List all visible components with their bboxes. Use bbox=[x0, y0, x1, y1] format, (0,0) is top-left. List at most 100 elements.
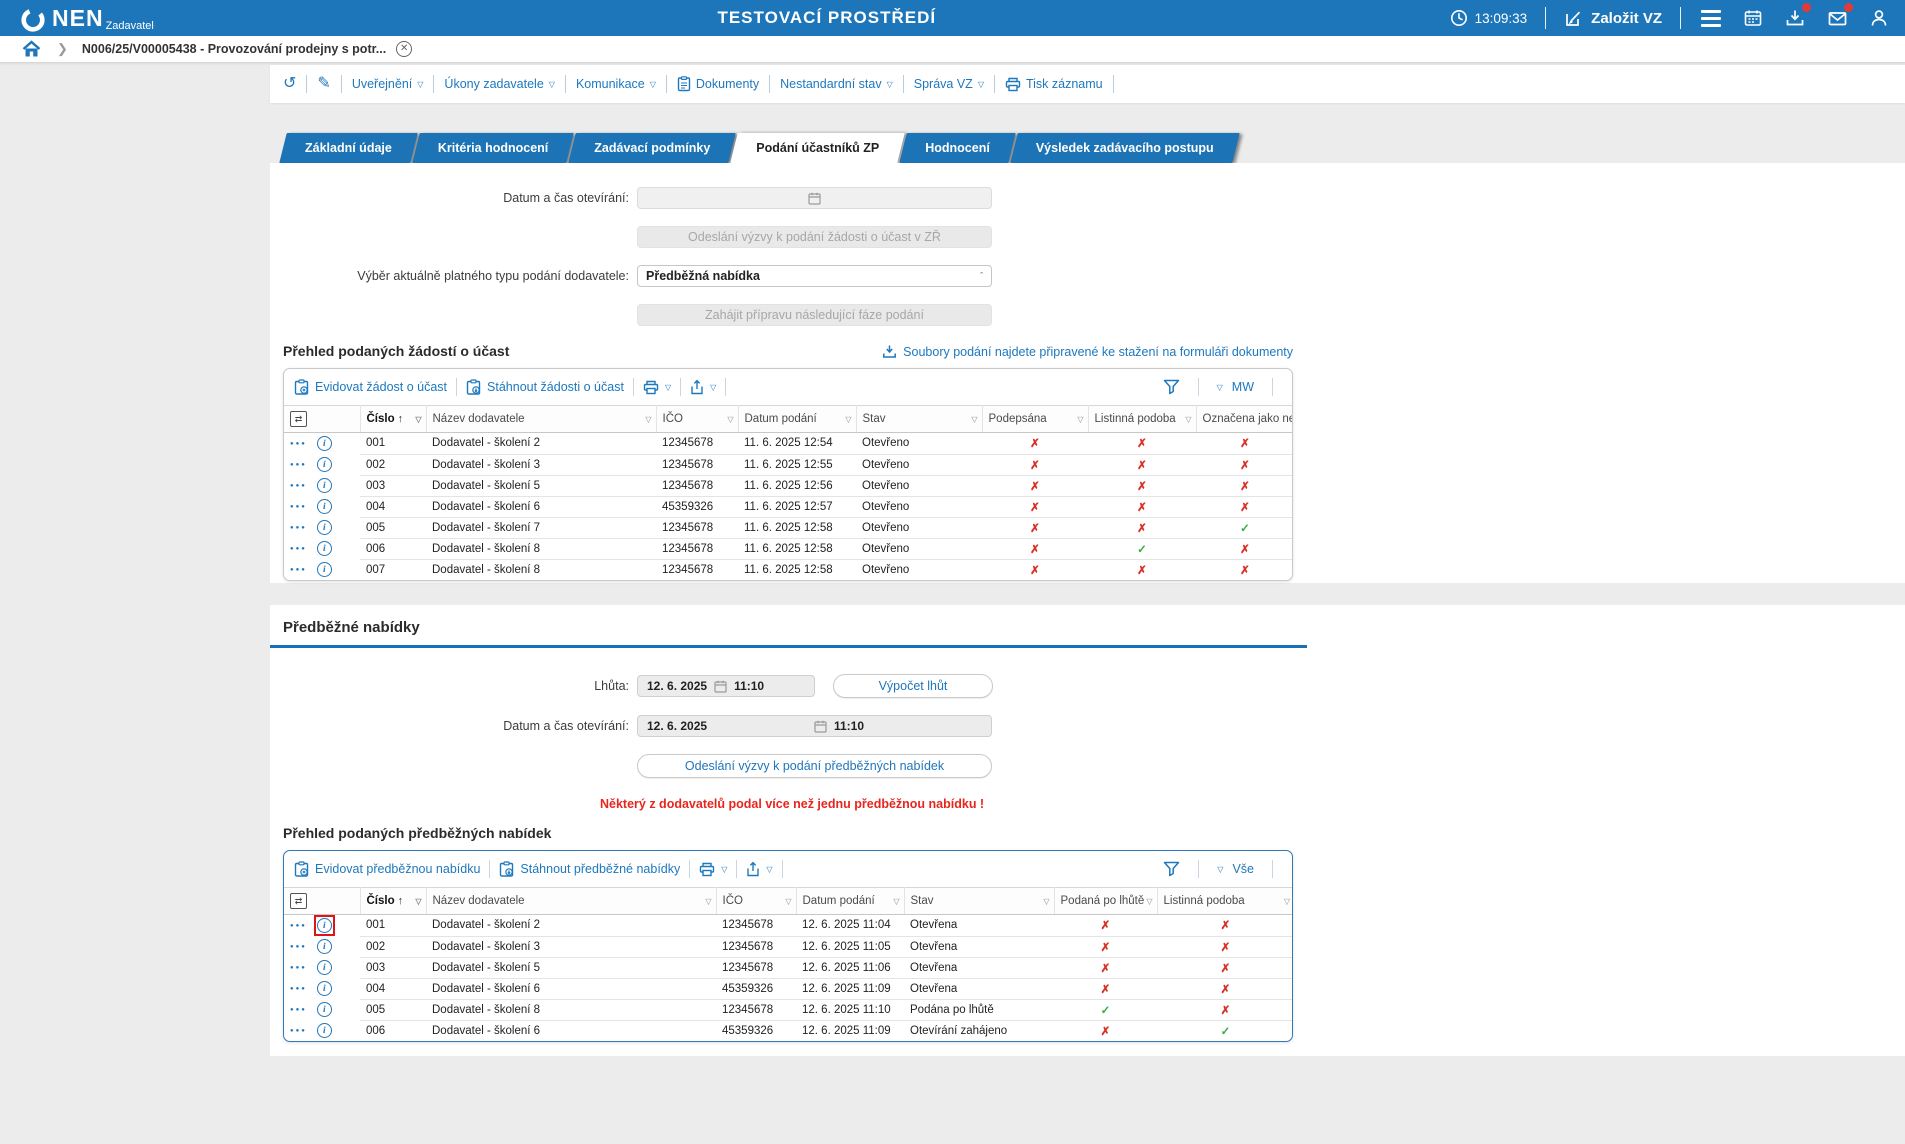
col-datum-podani[interactable]: Datum podání▽ bbox=[738, 406, 856, 433]
col-cislo[interactable]: Číslo↑▽ bbox=[360, 406, 426, 433]
filter-arrow-icon[interactable]: ▽ bbox=[1077, 415, 1083, 424]
table-row[interactable]: ●●●i005Dodavatel - školení 71234567811. … bbox=[284, 517, 1293, 538]
row-menu-icon[interactable]: ●●● bbox=[290, 986, 307, 992]
view-dropdown-arrow-icon[interactable]: ▽ bbox=[1217, 865, 1223, 874]
submission-type-select[interactable]: Předběžná nabídka ˆ bbox=[637, 265, 992, 287]
nen-logo[interactable]: NEN Zadavatel bbox=[20, 3, 154, 33]
menu-dokumenty[interactable]: Dokumenty bbox=[677, 76, 759, 92]
tab-vysledek[interactable]: Výsledek zadávacího postupu bbox=[1014, 133, 1236, 163]
filter-icon[interactable] bbox=[1163, 379, 1180, 395]
filter-arrow-icon[interactable]: ▽ bbox=[971, 415, 977, 424]
col-listinna-podoba[interactable]: Listinná podoba▽ bbox=[1157, 888, 1293, 915]
info-icon[interactable]: i bbox=[317, 939, 332, 954]
export-table-button[interactable]: ▽ bbox=[690, 379, 716, 395]
info-icon[interactable]: i bbox=[317, 960, 332, 975]
table-row[interactable]: ●●●i004Dodavatel - školení 64535932611. … bbox=[284, 496, 1293, 517]
tab-zakladni-udaje[interactable]: Základní údaje bbox=[283, 133, 414, 163]
deadline-datetime-input[interactable]: 12. 6. 2025 11:10 bbox=[637, 675, 815, 697]
filter-arrow-icon[interactable]: ▽ bbox=[727, 415, 733, 424]
info-icon[interactable]: i bbox=[317, 457, 332, 472]
table-row[interactable]: ●●●i001Dodavatel - školení 21234567812. … bbox=[284, 915, 1293, 937]
view-dropdown-arrow-icon[interactable]: ▽ bbox=[1217, 383, 1223, 392]
row-menu-icon[interactable]: ●●● bbox=[290, 944, 307, 950]
info-icon[interactable]: i bbox=[317, 918, 332, 933]
col-datum-podani[interactable]: Datum podání▽ bbox=[796, 888, 904, 915]
info-icon[interactable]: i bbox=[317, 478, 332, 493]
col-nazev-dodavatele[interactable]: Název dodavatele▽ bbox=[426, 888, 716, 915]
menu-uverejneni[interactable]: Uveřejnění▽ bbox=[352, 77, 424, 91]
view-selector[interactable]: MW bbox=[1232, 380, 1254, 394]
col-cislo[interactable]: Číslo↑▽ bbox=[360, 888, 426, 915]
profile-button[interactable] bbox=[1867, 6, 1891, 30]
calc-deadlines-button[interactable]: Výpočet lhůt bbox=[833, 674, 993, 698]
col-nazev-dodavatele[interactable]: Název dodavatele▽ bbox=[426, 406, 656, 433]
create-vz-button[interactable]: Založit VZ bbox=[1564, 9, 1662, 28]
tab-kriteria-hodnoceni[interactable]: Kritéria hodnocení bbox=[416, 133, 570, 163]
table-row[interactable]: ●●●i006Dodavatel - školení 81234567811. … bbox=[284, 538, 1293, 559]
col-stav[interactable]: Stav▽ bbox=[904, 888, 1054, 915]
print-table-button[interactable]: ▽ bbox=[643, 380, 671, 395]
row-menu-icon[interactable]: ●●● bbox=[290, 923, 307, 929]
history-button[interactable]: ↺ bbox=[283, 76, 296, 92]
home-button[interactable] bbox=[22, 40, 41, 58]
opening-datetime-input[interactable] bbox=[637, 187, 992, 209]
send-invitation-button[interactable]: Odeslání výzvy k podání předběžných nabí… bbox=[637, 754, 992, 778]
row-menu-icon[interactable]: ●●● bbox=[290, 1028, 307, 1034]
row-menu-icon[interactable]: ●●● bbox=[290, 1007, 307, 1013]
row-menu-icon[interactable]: ●●● bbox=[290, 483, 307, 489]
table-row[interactable]: ●●●i001Dodavatel - školení 21234567811. … bbox=[284, 433, 1293, 455]
filter-arrow-icon[interactable]: ▽ bbox=[1284, 897, 1290, 906]
col-stav[interactable]: Stav▽ bbox=[856, 406, 982, 433]
col-podepsana[interactable]: Podepsána▽ bbox=[982, 406, 1088, 433]
info-icon[interactable]: i bbox=[317, 499, 332, 514]
table-row[interactable]: ●●●i003Dodavatel - školení 51234567812. … bbox=[284, 957, 1293, 978]
filter-arrow-icon[interactable]: ▽ bbox=[705, 897, 711, 906]
close-icon[interactable]: ✕ bbox=[396, 41, 412, 57]
filter-arrow-icon[interactable]: ▽ bbox=[845, 415, 851, 424]
table-row[interactable]: ●●●i002Dodavatel - školení 31234567811. … bbox=[284, 454, 1293, 475]
filter-icon[interactable] bbox=[1163, 861, 1180, 877]
filter-arrow-icon[interactable]: ▽ bbox=[1146, 897, 1152, 906]
row-menu-icon[interactable]: ●●● bbox=[290, 965, 307, 971]
register-bid-button[interactable]: Evidovat předběžnou nabídku bbox=[294, 861, 480, 877]
info-icon[interactable]: i bbox=[317, 562, 332, 577]
info-icon[interactable]: i bbox=[317, 520, 332, 535]
print-record-button[interactable]: Tisk záznamu bbox=[1005, 77, 1103, 92]
menu-ukony-zadavatele[interactable]: Úkony zadavatele▽ bbox=[444, 77, 555, 91]
menu-button[interactable] bbox=[1699, 6, 1723, 30]
col-ico[interactable]: IČO▽ bbox=[656, 406, 738, 433]
files-download-link[interactable]: Soubory podání najdete připravené ke sta… bbox=[882, 344, 1293, 359]
menu-komunikace[interactable]: Komunikace▽ bbox=[576, 77, 656, 91]
downloads-button[interactable] bbox=[1783, 6, 1807, 30]
menu-nestandardni-stav[interactable]: Nestandardní stav▽ bbox=[780, 77, 893, 91]
tab-zadavaci-podminky[interactable]: Zadávací podmínky bbox=[572, 133, 732, 163]
row-menu-icon[interactable]: ●●● bbox=[290, 567, 307, 573]
column-config-icon[interactable]: ⇄ bbox=[290, 893, 307, 909]
register-request-button[interactable]: Evidovat žádost o účast bbox=[294, 379, 447, 395]
filter-arrow-icon[interactable]: ▽ bbox=[785, 897, 791, 906]
filter-arrow-icon[interactable]: ▽ bbox=[1043, 897, 1049, 906]
table-row[interactable]: ●●●i002Dodavatel - školení 31234567812. … bbox=[284, 936, 1293, 957]
table-row[interactable]: ●●●i003Dodavatel - školení 51234567811. … bbox=[284, 475, 1293, 496]
calendar-button[interactable] bbox=[1741, 6, 1765, 30]
filter-arrow-icon[interactable]: ▽ bbox=[415, 415, 421, 424]
col-podana-po-lhute[interactable]: Podaná po lhůtě▽ bbox=[1054, 888, 1157, 915]
tab-podani-ucastniku-zp[interactable]: Podání účastníků ZP bbox=[734, 133, 901, 163]
filter-arrow-icon[interactable]: ▽ bbox=[415, 897, 421, 906]
calendar-small-icon[interactable] bbox=[814, 720, 827, 733]
row-menu-icon[interactable]: ●●● bbox=[290, 504, 307, 510]
edit-record-button[interactable]: ✎ bbox=[317, 76, 330, 92]
info-icon[interactable]: i bbox=[317, 1023, 332, 1038]
tab-hodnoceni[interactable]: Hodnocení bbox=[903, 133, 1012, 163]
view-selector[interactable]: Vše bbox=[1232, 862, 1254, 876]
messages-button[interactable] bbox=[1825, 6, 1849, 30]
info-icon[interactable]: i bbox=[317, 1002, 332, 1017]
column-config-header[interactable]: ⇄ bbox=[284, 888, 360, 915]
menu-sprava-vz[interactable]: Správa VZ▽ bbox=[914, 77, 984, 91]
col-ico[interactable]: IČO▽ bbox=[716, 888, 796, 915]
table-row[interactable]: ●●●i005Dodavatel - školení 81234567812. … bbox=[284, 999, 1293, 1020]
row-menu-icon[interactable]: ●●● bbox=[290, 462, 307, 468]
info-icon[interactable]: i bbox=[317, 541, 332, 556]
filter-arrow-icon[interactable]: ▽ bbox=[1185, 415, 1191, 424]
info-icon[interactable]: i bbox=[317, 981, 332, 996]
